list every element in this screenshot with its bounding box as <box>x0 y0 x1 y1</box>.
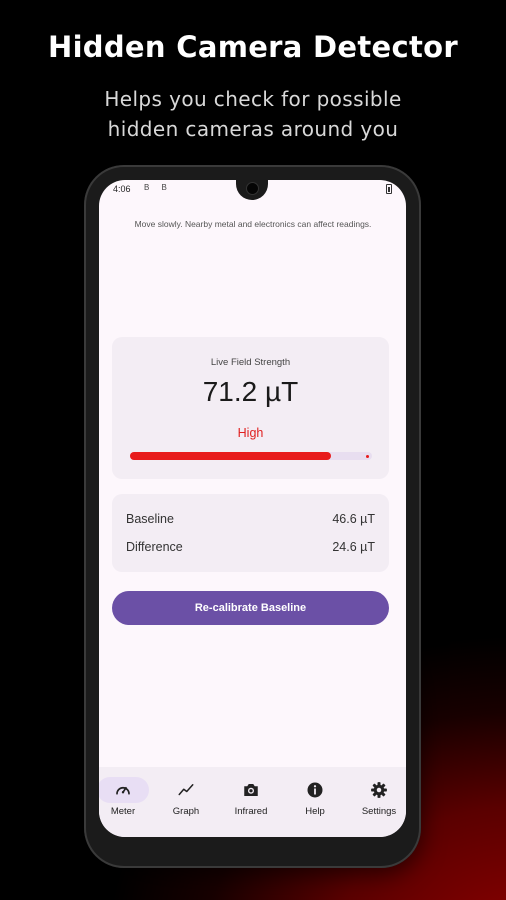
difference-value: 24.6 µT <box>332 540 375 554</box>
promo-subtitle-line-1: Helps you check for possible <box>104 87 402 111</box>
info-icon <box>307 782 323 798</box>
speedometer-icon <box>116 786 130 795</box>
promo-subtitle-line-2: hidden cameras around you <box>107 117 399 141</box>
baseline-card: Baseline 46.6 µT Difference 24.6 µT <box>112 494 389 572</box>
app-screen: 4:06 B B Move slowly. Nearby metal and e… <box>99 180 406 837</box>
nav-label-settings: Settings <box>361 806 397 817</box>
gear-icon <box>371 782 387 798</box>
bottom-navigation-bar: Meter Graph Infrared Help Settings <box>99 767 406 837</box>
field-strength-label: Live Field Strength <box>210 357 291 368</box>
field-strength-value: 71.2 µT <box>202 376 299 407</box>
nav-label-infrared: Infrared <box>234 806 268 817</box>
nav-item-infrared[interactable]: Infrared <box>221 777 281 831</box>
camera-icon <box>244 784 258 796</box>
nav-item-settings[interactable]: Settings <box>349 777 406 831</box>
field-strength-progress-bar <box>130 452 372 460</box>
baseline-value: 46.6 µT <box>332 512 375 526</box>
promo-title: Hidden Camera Detector <box>48 30 458 64</box>
nav-item-help[interactable]: Help <box>285 777 345 831</box>
field-strength-card: Live Field Strength 71.2 µT High <box>112 337 389 479</box>
nav-label-meter: Meter <box>110 806 136 817</box>
nav-item-meter[interactable]: Meter <box>99 777 153 831</box>
notification-icons: B B <box>144 183 172 192</box>
progress-end-marker <box>366 455 369 458</box>
promo-subtitle: Helps you check for possible hidden came… <box>0 84 506 144</box>
field-strength-progress-fill <box>130 452 331 460</box>
nav-label-graph: Graph <box>172 806 200 817</box>
baseline-label: Baseline <box>126 512 174 526</box>
nav-item-graph[interactable]: Graph <box>156 777 216 831</box>
status-time: 4:06 <box>113 184 131 194</box>
difference-label: Difference <box>126 540 183 554</box>
trend-line-icon <box>178 784 194 796</box>
nav-label-help: Help <box>305 806 325 817</box>
recalibrate-baseline-button[interactable]: Re-calibrate Baseline <box>112 591 389 625</box>
field-level-status: High <box>237 426 264 440</box>
instruction-text: Move slowly. Nearby metal and electronic… <box>134 219 372 229</box>
battery-icon <box>386 184 392 194</box>
front-camera <box>246 182 259 195</box>
